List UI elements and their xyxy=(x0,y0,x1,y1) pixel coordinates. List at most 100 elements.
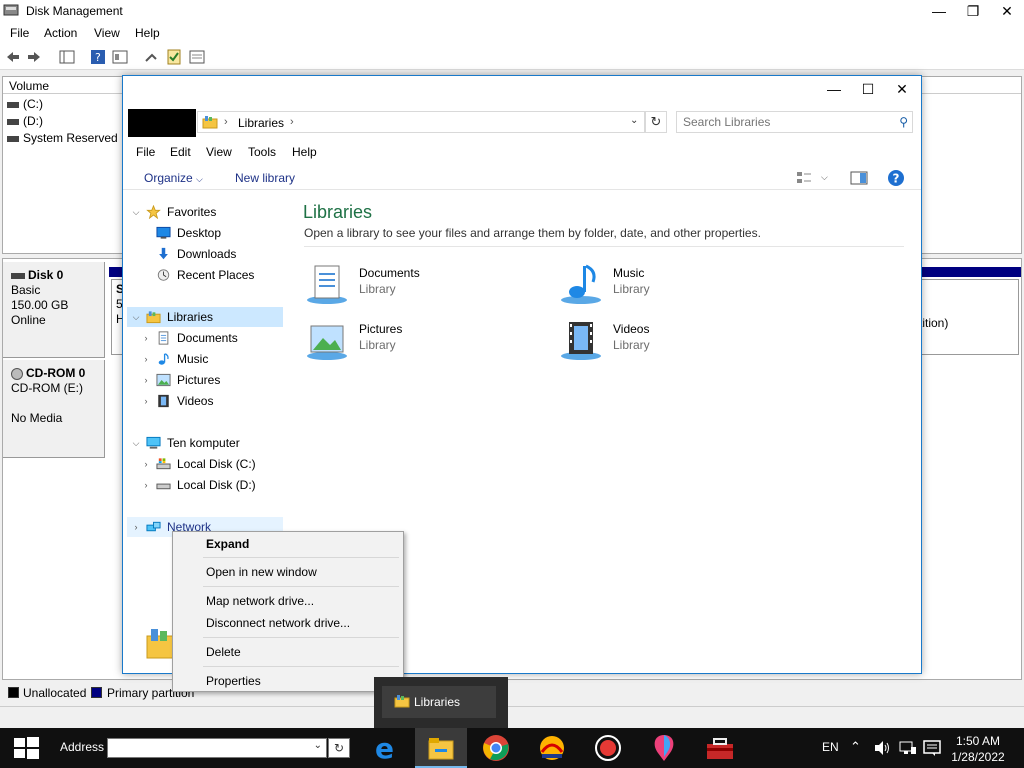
breadcrumb-chevron-icon[interactable]: › xyxy=(290,116,294,128)
nav-libraries[interactable]: ⌵ Libraries xyxy=(127,307,283,327)
nav-this-pc[interactable]: ⌵ Ten komputer xyxy=(131,433,281,453)
volume-row[interactable]: (C:) xyxy=(7,97,43,111)
dm-minimize-button[interactable]: — xyxy=(922,0,956,22)
tile-type: Library xyxy=(613,282,650,296)
nav-desktop[interactable]: Desktop xyxy=(131,223,281,243)
taskbar-paint[interactable] xyxy=(638,728,690,768)
clock[interactable]: 1:50 AM 1/28/2022 xyxy=(946,733,1010,765)
search-input[interactable] xyxy=(677,112,887,132)
nav-pictures[interactable]: › Pictures xyxy=(141,370,281,390)
music-note-icon xyxy=(158,353,169,365)
menu-file[interactable]: File xyxy=(136,145,155,159)
taskbar-toolbox[interactable] xyxy=(694,728,746,768)
notifications-icon[interactable] xyxy=(923,739,941,757)
taskbar-edge[interactable]: e xyxy=(360,728,412,768)
forward-icon[interactable] xyxy=(26,49,42,65)
search-icon[interactable]: ⚲ xyxy=(899,115,908,129)
cdrom0-label[interactable]: CD-ROM 0 CD-ROM (E:) No Media xyxy=(3,360,105,458)
show-hide-icon[interactable] xyxy=(112,49,128,65)
collapse-arrow-icon[interactable]: ⌵ xyxy=(131,202,141,222)
page-description: Open a library to see your files and arr… xyxy=(304,226,761,240)
organize-button[interactable]: Organize ⌵ xyxy=(144,171,203,185)
properties-icon[interactable] xyxy=(189,49,205,65)
dm-menu-action[interactable]: Action xyxy=(44,26,77,40)
ctx-properties[interactable]: Properties xyxy=(175,670,401,692)
preview-pane-icon[interactable] xyxy=(850,170,868,186)
ctx-delete[interactable]: Delete xyxy=(175,641,401,663)
nav-favorites[interactable]: ⌵ Favorites xyxy=(131,202,281,222)
address-go-button[interactable]: ↻ xyxy=(328,738,350,758)
collapse-arrow-icon[interactable]: ⌵ xyxy=(131,307,141,327)
ctx-disconnect-network-drive[interactable]: Disconnect network drive... xyxy=(175,612,401,634)
dm-menu-view[interactable]: View xyxy=(94,26,120,40)
menu-edit[interactable]: Edit xyxy=(170,145,191,159)
library-tile-videos[interactable]: Videos Library xyxy=(559,318,799,366)
expand-arrow-icon[interactable]: › xyxy=(141,391,151,411)
nav-recent-places[interactable]: Recent Places xyxy=(131,265,281,285)
expand-arrow-icon[interactable]: › xyxy=(131,517,141,537)
taskbar-app-4[interactable] xyxy=(526,728,578,768)
taskbar-thumbnail[interactable]: Libraries xyxy=(374,677,508,728)
back-icon[interactable] xyxy=(5,49,21,65)
explorer-minimize-button[interactable]: — xyxy=(817,76,851,102)
breadcrumb-libraries[interactable]: Libraries xyxy=(238,116,284,130)
windows-start-icon[interactable] xyxy=(0,728,52,768)
expand-arrow-icon[interactable]: › xyxy=(141,349,151,369)
expand-arrow-icon[interactable]: › xyxy=(141,454,151,474)
expand-arrow-icon[interactable]: › xyxy=(141,328,151,348)
change-view-icon[interactable] xyxy=(796,170,812,186)
search-box[interactable]: ⚲ xyxy=(676,111,913,133)
language-indicator[interactable]: EN xyxy=(822,740,839,754)
volume-row[interactable]: System Reserved xyxy=(7,131,118,145)
chevron-down-icon[interactable]: ⌄ xyxy=(314,740,322,751)
tile-type: Library xyxy=(359,338,396,352)
nav-downloads[interactable]: Downloads xyxy=(131,244,281,264)
connect-icon[interactable] xyxy=(144,49,160,65)
breadcrumb-chevron-icon[interactable]: › xyxy=(224,116,228,128)
explorer-close-button[interactable]: ✕ xyxy=(885,76,919,102)
address-dropdown-icon[interactable]: ⌄ xyxy=(630,115,638,126)
address-bar[interactable]: › Libraries › ⌄ xyxy=(197,111,645,133)
collapse-arrow-icon[interactable]: ⌵ xyxy=(131,433,141,453)
disk0-label[interactable]: Disk 0 Basic 150.00 GB Online xyxy=(3,262,105,358)
tile-name: Documents xyxy=(359,266,420,280)
menu-view[interactable]: View xyxy=(206,145,232,159)
ctx-expand[interactable]: Expand xyxy=(175,533,401,555)
checklist-icon[interactable] xyxy=(166,49,182,65)
dm-close-button[interactable]: ✕ xyxy=(990,0,1024,22)
unallocated-swatch xyxy=(8,687,19,698)
volume-row[interactable]: (D:) xyxy=(7,114,43,128)
explorer-maximize-button[interactable]: ☐ xyxy=(851,76,885,102)
nav-local-disk-d[interactable]: › Local Disk (D:) xyxy=(141,475,281,495)
library-tile-music[interactable]: Music Library xyxy=(559,262,799,310)
nav-local-disk-c[interactable]: › Local Disk (C:) xyxy=(141,454,281,474)
menu-tools[interactable]: Tools xyxy=(248,145,276,159)
expand-arrow-icon[interactable]: › xyxy=(141,370,151,390)
address-toolbar-input[interactable]: ⌄ xyxy=(107,738,327,758)
ctx-open-new-window[interactable]: Open in new window xyxy=(175,561,401,583)
nav-music[interactable]: › Music xyxy=(141,349,281,369)
console-tree-icon[interactable] xyxy=(59,49,75,65)
dm-menu-help[interactable]: Help xyxy=(135,26,160,40)
show-hidden-icons-chevron-icon[interactable]: ⌃ xyxy=(850,739,861,755)
taskbar-file-explorer[interactable] xyxy=(415,728,467,768)
library-tile-pictures[interactable]: Pictures Library xyxy=(305,318,545,366)
nav-documents[interactable]: › Documents xyxy=(141,328,281,348)
ctx-map-network-drive[interactable]: Map network drive... xyxy=(175,590,401,612)
help-icon[interactable]: ? xyxy=(90,49,106,65)
taskbar-chrome[interactable] xyxy=(470,728,522,768)
new-library-button[interactable]: New library xyxy=(235,171,295,185)
thumbnail-item[interactable]: Libraries xyxy=(382,686,496,718)
taskbar-recorder[interactable] xyxy=(582,728,634,768)
view-dropdown-icon[interactable]: ⌵ xyxy=(821,172,828,183)
menu-help[interactable]: Help xyxy=(292,145,317,159)
volume-icon[interactable] xyxy=(874,740,892,756)
dm-maximize-button[interactable]: ❐ xyxy=(956,0,990,22)
refresh-button[interactable]: ↻ xyxy=(645,111,667,133)
library-tile-documents[interactable]: Documents Library xyxy=(305,262,545,310)
expand-arrow-icon[interactable]: › xyxy=(141,475,151,495)
help-icon[interactable]: ? xyxy=(887,169,905,187)
dm-menu-file[interactable]: File xyxy=(10,26,29,40)
nav-videos[interactable]: › Videos xyxy=(141,391,281,411)
network-status-icon[interactable] xyxy=(899,740,917,756)
